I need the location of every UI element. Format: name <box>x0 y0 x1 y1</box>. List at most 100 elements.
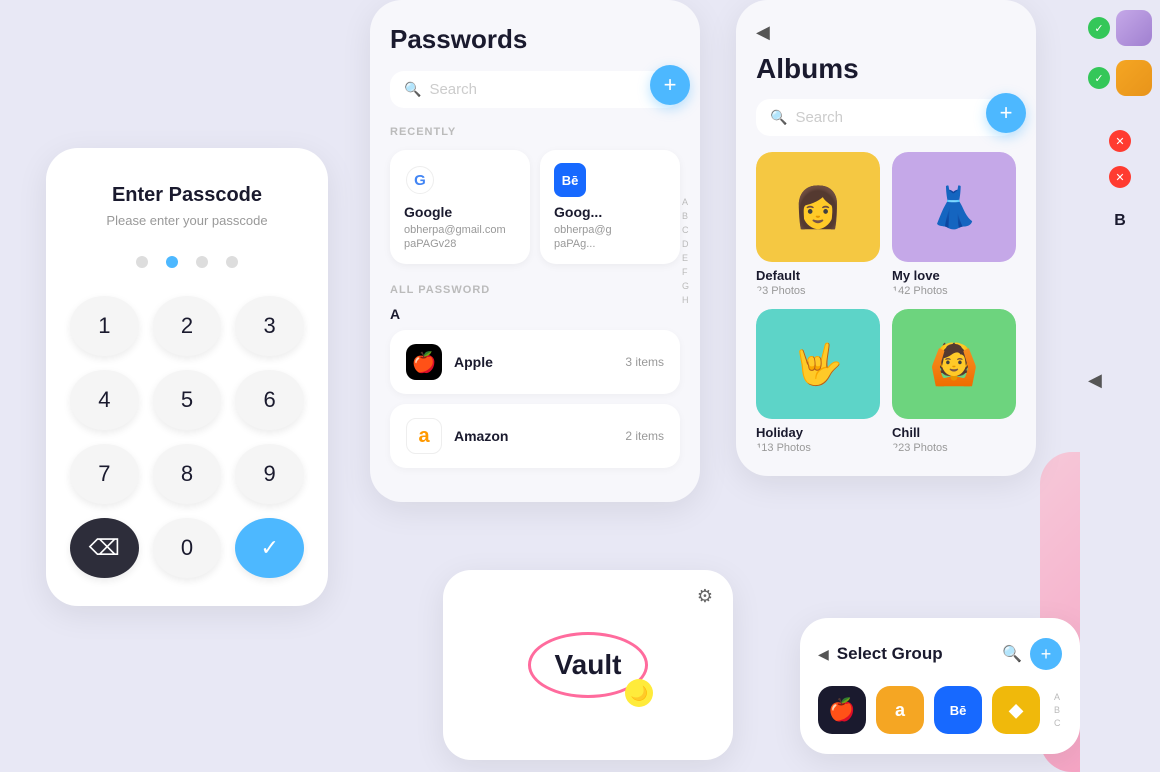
key-9[interactable]: 9 <box>235 444 304 504</box>
right-item-3: ✕ <box>1109 130 1131 152</box>
vault-small-circle: 🌙 <box>625 679 653 707</box>
right-item-2: ✓ <box>1088 60 1152 96</box>
album-thumb-holiday: 🤟 <box>756 309 880 419</box>
sg-group-binance[interactable]: ◆ <box>992 686 1040 734</box>
recently-label: RECENTLY <box>390 126 680 138</box>
recent-card-email-behance: obherpa@g <box>554 224 666 236</box>
album-card-mylove[interactable]: 👗 My love 142 Photos <box>892 152 1016 297</box>
apple-item-count: 3 items <box>625 355 664 369</box>
password-item-apple-right: 3 items <box>625 355 664 369</box>
amazon-item-count: 2 items <box>625 429 664 443</box>
albums-title: Albums <box>756 53 1016 85</box>
album-thumb-img-mylove: 👗 <box>892 152 1016 262</box>
apple-item-name: Apple <box>454 354 493 370</box>
behance-icon: Bē <box>554 164 586 196</box>
albums-add-button[interactable]: + <box>986 93 1026 133</box>
check-red-2: ✕ <box>1109 166 1131 188</box>
albums-search-placeholder[interactable]: Search <box>795 109 843 126</box>
sg-group-apple[interactable]: 🍎 <box>818 686 866 734</box>
recent-card-email-google: obherpa@gmail.com <box>404 224 516 236</box>
key-6[interactable]: 6 <box>235 370 304 430</box>
album-name-chill: Chill <box>892 425 1016 440</box>
album-thumb-chill: 🙆 <box>892 309 1016 419</box>
keypad: 1 2 3 4 5 6 7 8 9 ⌫ 0 ✓ <box>70 296 304 578</box>
amazon-logo: a <box>418 425 429 448</box>
sg-alpha-b[interactable]: B <box>1054 705 1061 715</box>
check-red-1: ✕ <box>1109 130 1131 152</box>
passwords-search-placeholder[interactable]: Search <box>429 81 477 98</box>
passwords-search-bar: 🔍 Search + <box>390 71 680 108</box>
album-name-default: Default <box>756 268 880 283</box>
key-1[interactable]: 1 <box>70 296 139 356</box>
check-green-1: ✓ <box>1088 17 1110 39</box>
sg-group-behance[interactable]: Bē <box>934 686 982 734</box>
alpha-a: A <box>390 306 680 322</box>
album-name-holiday: Holiday <box>756 425 880 440</box>
key-confirm[interactable]: ✓ <box>235 518 304 578</box>
select-group-search-icon[interactable]: 🔍 <box>1002 644 1022 664</box>
passwords-add-button[interactable]: + <box>650 65 690 105</box>
key-3[interactable]: 3 <box>235 296 304 356</box>
album-card-chill[interactable]: 🙆 Chill 223 Photos <box>892 309 1016 454</box>
sg-groups-list: 🍎 a Bē ◆ <box>818 686 1040 734</box>
password-item-amazon-left: a Amazon <box>406 418 508 454</box>
key-4[interactable]: 4 <box>70 370 139 430</box>
recent-card-behance[interactable]: Bē Goog... obherpa@g paPAg... <box>540 150 680 264</box>
sg-alpha-a[interactable]: A <box>1054 692 1061 702</box>
right-label-b: B <box>1114 212 1126 230</box>
album-thumb-mylove: 👗 <box>892 152 1016 262</box>
google-icon: G <box>404 164 436 196</box>
key-5[interactable]: 5 <box>153 370 222 430</box>
album-card-holiday[interactable]: 🤟 Holiday 113 Photos <box>756 309 880 454</box>
album-thumb-img-chill: 🙆 <box>892 309 1016 419</box>
select-group-back-button[interactable]: ◀ <box>818 646 829 663</box>
albums-back-button[interactable]: ◀ <box>756 22 1016 43</box>
key-2[interactable]: 2 <box>153 296 222 356</box>
album-thumb-img-holiday: 🤟 <box>756 309 880 419</box>
alpha-g-char[interactable]: G <box>679 280 692 292</box>
right-back-button[interactable]: ◀ <box>1088 370 1102 391</box>
alpha-a-char[interactable]: A <box>679 196 692 208</box>
vault-circle: Vault 🌙 <box>528 632 649 698</box>
select-group-add-button[interactable]: + <box>1030 638 1062 670</box>
apple-logo: 🍎 <box>412 350 437 375</box>
alpha-f-char[interactable]: F <box>679 266 692 278</box>
album-card-default[interactable]: 👩 Default 23 Photos <box>756 152 880 297</box>
amazon-item-name: Amazon <box>454 428 508 444</box>
avatar-2 <box>1116 60 1152 96</box>
alpha-c-char[interactable]: C <box>679 224 692 236</box>
passcode-dots <box>70 256 304 268</box>
all-password-label: ALL PASSWORD <box>390 284 680 296</box>
password-item-amazon-right: 2 items <box>625 429 664 443</box>
album-count-mylove: 142 Photos <box>892 285 1016 297</box>
sg-alpha-c[interactable]: C <box>1054 718 1061 728</box>
key-7[interactable]: 7 <box>70 444 139 504</box>
key-0[interactable]: 0 <box>153 518 222 578</box>
vault-screen: ⚙ Vault 🌙 <box>443 570 733 760</box>
recent-card-pass-google: paPAGv28 <box>404 238 516 250</box>
password-item-apple[interactable]: 🍎 Apple 3 items <box>390 330 680 394</box>
albums-screen: ◀ Albums 🔍 Search + 👩 Default 23 Photos … <box>736 0 1036 476</box>
sg-group-amazon[interactable]: a <box>876 686 924 734</box>
alpha-e-char[interactable]: E <box>679 252 692 264</box>
password-item-apple-left: 🍎 Apple <box>406 344 493 380</box>
amazon-app-icon: a <box>406 418 442 454</box>
key-8[interactable]: 8 <box>153 444 222 504</box>
alpha-d-char[interactable]: D <box>679 238 692 250</box>
search-icon: 🔍 <box>404 81 421 98</box>
vault-settings-icon[interactable]: ⚙ <box>697 586 713 607</box>
password-item-amazon[interactable]: a Amazon 2 items <box>390 404 680 468</box>
alpha-h-char[interactable]: H <box>679 294 692 306</box>
album-count-default: 23 Photos <box>756 285 880 297</box>
alphabet-sidebar: A B C D E F G H <box>679 196 692 306</box>
check-green-2: ✓ <box>1088 67 1110 89</box>
right-panel: ✓ ✓ ✕ ✕ B ◀ <box>1080 0 1160 772</box>
album-thumb-img-default: 👩 <box>756 152 880 262</box>
key-backspace[interactable]: ⌫ <box>70 518 139 578</box>
select-group-title: Select Group <box>837 644 943 664</box>
select-group-header: ◀ Select Group 🔍 + <box>818 638 1062 670</box>
alpha-b-char[interactable]: B <box>679 210 692 222</box>
album-count-holiday: 113 Photos <box>756 442 880 454</box>
passwords-screen: Passwords 🔍 Search + RECENTLY G Google o… <box>370 0 700 502</box>
recent-card-google[interactable]: G Google obherpa@gmail.com paPAGv28 <box>390 150 530 264</box>
